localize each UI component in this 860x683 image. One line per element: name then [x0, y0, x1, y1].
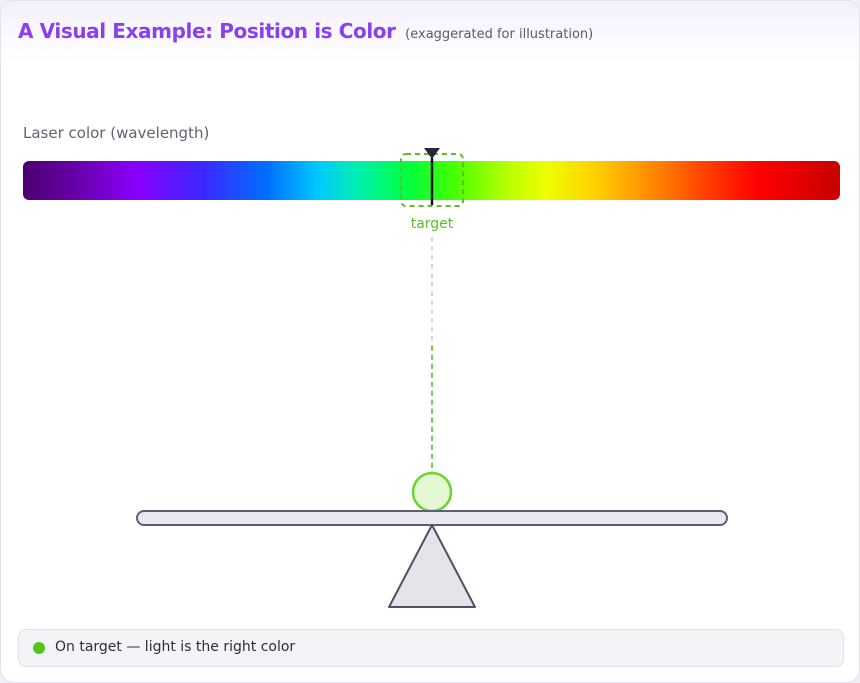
- diagram-card: A Visual Example: Position is Color (exa…: [0, 0, 860, 683]
- balance-diagram: [136, 148, 728, 608]
- status-dot-icon: [33, 642, 45, 654]
- status-text: On target — light is the right color: [55, 639, 296, 655]
- ball: [411, 471, 453, 513]
- target-label: target: [410, 216, 454, 232]
- fulcrum-triangle: [388, 524, 476, 608]
- lever-plank: [136, 510, 728, 526]
- status-bar: On target — light is the right color: [18, 629, 844, 667]
